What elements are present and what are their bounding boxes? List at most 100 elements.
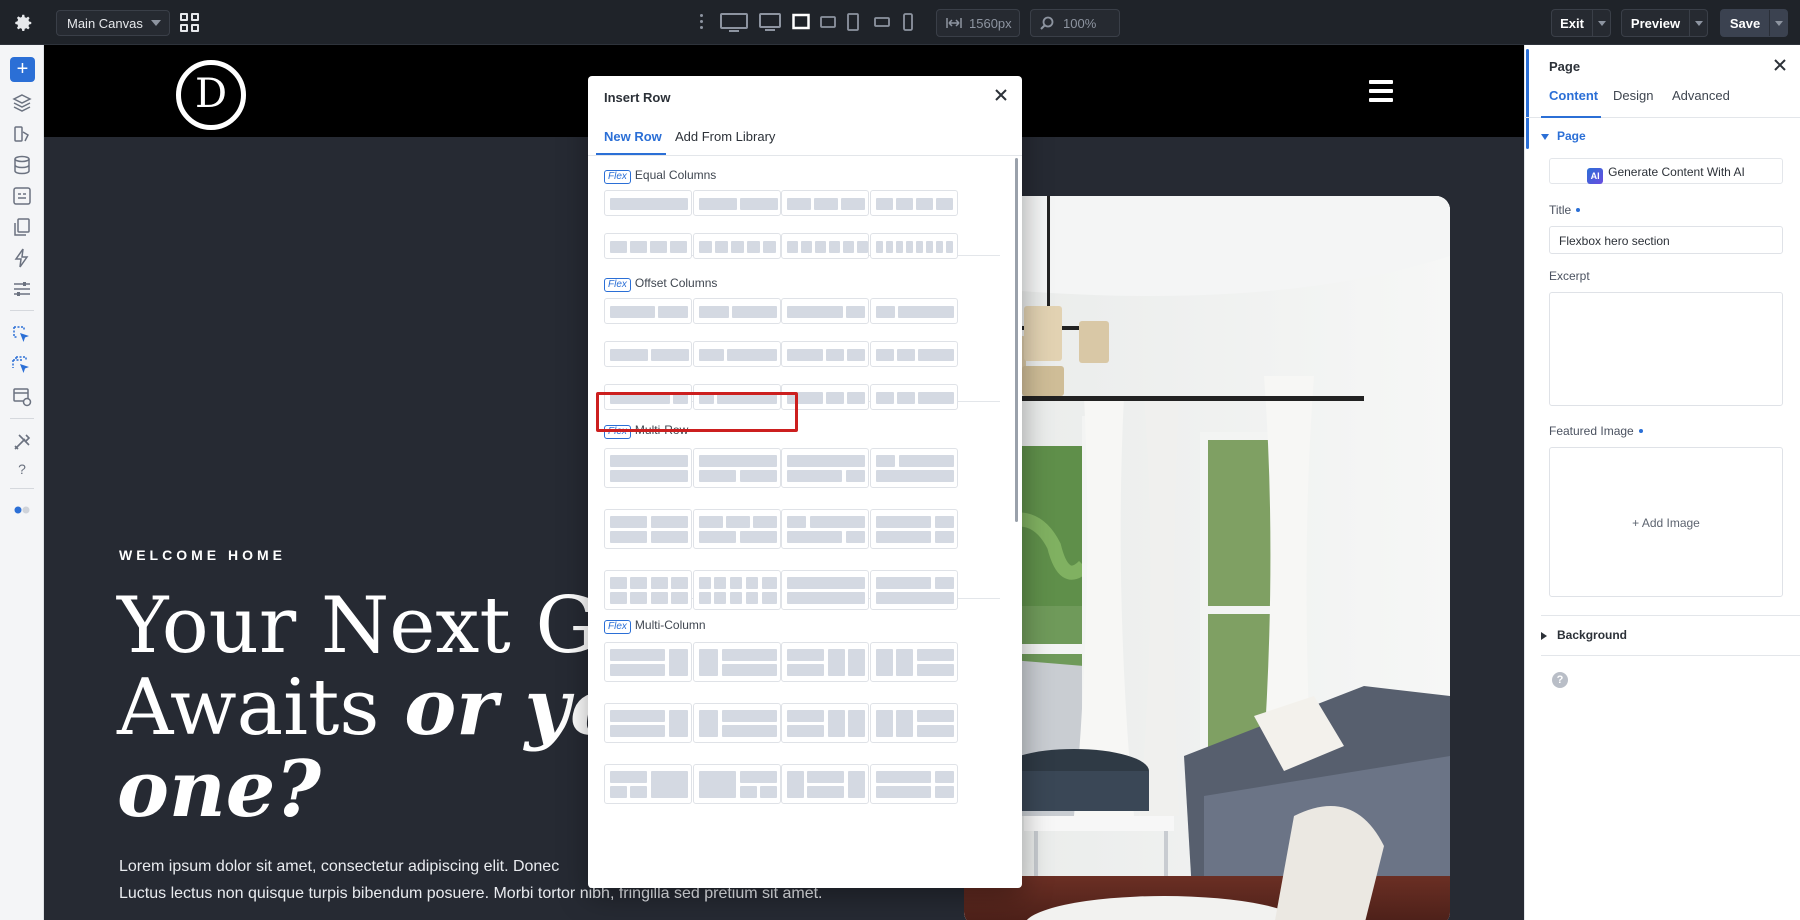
layout-option-multi-row[interactable]: [870, 448, 958, 488]
save-button[interactable]: Save: [1720, 9, 1788, 37]
help-icon[interactable]: ?: [1552, 672, 1568, 688]
layout-option-multi-column[interactable]: [693, 764, 781, 804]
layout-option-multi-column[interactable]: [604, 703, 692, 743]
layout-option-offset[interactable]: [693, 298, 781, 324]
layout-option-offset[interactable]: [781, 341, 869, 367]
layout-option-multi-row[interactable]: [693, 448, 781, 488]
exit-dropdown-chevron-icon[interactable]: [1592, 10, 1610, 36]
layout-option-multi-row[interactable]: [693, 509, 781, 549]
layout-option-multi-row[interactable]: [870, 509, 958, 549]
laptop-icon[interactable]: [792, 13, 810, 31]
width-arrows-icon: [946, 18, 962, 28]
layout-option-equal[interactable]: [781, 190, 869, 216]
tools-icon[interactable]: [12, 432, 32, 452]
phone-landscape-icon[interactable]: [874, 13, 890, 31]
generate-ai-button[interactable]: AI Generate Content With AI: [1549, 158, 1783, 184]
layout-option-offset[interactable]: [693, 341, 781, 367]
tablet-landscape-icon[interactable]: [820, 13, 836, 31]
layout-option-equal[interactable]: [693, 190, 781, 216]
column-block: [699, 771, 736, 798]
modal-scrollbar[interactable]: [1015, 158, 1018, 522]
layout-option-offset[interactable]: [870, 298, 958, 324]
layout-option-multi-row[interactable]: [604, 509, 692, 549]
layout-option-equal[interactable]: [604, 190, 692, 216]
layout-option-multi-column[interactable]: [604, 764, 692, 804]
layout-option-equal[interactable]: [693, 233, 781, 259]
add-image-dropzone[interactable]: + Add Image: [1549, 447, 1783, 597]
layout-option-equal[interactable]: [870, 190, 958, 216]
title-input[interactable]: Flexbox hero section: [1549, 226, 1783, 254]
section-title-equal-columns: Flex Equal Columns: [604, 168, 716, 184]
tab-advanced[interactable]: Advanced: [1672, 88, 1730, 103]
exit-button[interactable]: Exit: [1551, 9, 1611, 37]
theme-builder-icon[interactable]: [12, 124, 32, 144]
hero-image[interactable]: [964, 196, 1450, 920]
responsive-view-icon[interactable]: [12, 387, 32, 407]
zoom-field[interactable]: 100%: [1030, 9, 1120, 37]
column-block: [763, 241, 776, 253]
canvas-width-field[interactable]: 1560px: [936, 9, 1020, 37]
layout-option-multi-column[interactable]: [604, 642, 692, 682]
save-dropdown-chevron-icon[interactable]: [1769, 10, 1787, 36]
layout-option-multi-column[interactable]: [870, 764, 958, 804]
layout-option-multi-column[interactable]: [693, 642, 781, 682]
canvas-select[interactable]: Main Canvas: [56, 10, 170, 36]
layout-option-offset[interactable]: [870, 341, 958, 367]
lightning-icon[interactable]: [12, 248, 32, 268]
preview-button[interactable]: Preview: [1621, 9, 1708, 37]
section-background-toggle[interactable]: Background: [1541, 628, 1627, 642]
add-element-button[interactable]: +: [10, 57, 35, 82]
pages-icon[interactable]: [12, 217, 32, 237]
close-icon[interactable]: [994, 88, 1008, 102]
tab-design[interactable]: Design: [1613, 88, 1653, 103]
select-cursor-icon[interactable]: [12, 325, 32, 345]
layout-option-equal[interactable]: [604, 233, 692, 259]
layout-option-multi-column[interactable]: [870, 703, 958, 743]
layers-icon[interactable]: [12, 93, 32, 113]
section-label: Multi-Column: [634, 618, 706, 632]
layout-option-multi-row[interactable]: [781, 509, 869, 549]
help-icon[interactable]: ?: [12, 461, 32, 481]
drag-handle-icon[interactable]: [700, 14, 704, 32]
close-icon[interactable]: [1774, 59, 1786, 71]
hamburger-menu-icon[interactable]: [1369, 80, 1393, 102]
toggle-icon[interactable]: [12, 500, 32, 520]
layout-option-equal[interactable]: [870, 233, 958, 259]
site-logo[interactable]: D: [176, 60, 246, 130]
page-settings-icon[interactable]: [12, 186, 32, 206]
layout-option-multi-row[interactable]: [781, 570, 869, 610]
layout-option-multi-column[interactable]: [781, 703, 869, 743]
layout-option-offset[interactable]: [604, 298, 692, 324]
phone-portrait-icon[interactable]: [903, 13, 913, 31]
desktop-icon[interactable]: [759, 13, 781, 33]
layout-option-equal[interactable]: [781, 233, 869, 259]
grid-icon[interactable]: [180, 13, 199, 32]
tab-content[interactable]: Content: [1549, 88, 1598, 103]
layout-option-offset[interactable]: [604, 341, 692, 367]
layout-option-multi-column[interactable]: [781, 642, 869, 682]
layout-option-multi-row[interactable]: [870, 570, 958, 610]
excerpt-textarea[interactable]: [1549, 292, 1783, 406]
column-block: [651, 531, 688, 543]
tab-new-row[interactable]: New Row: [604, 129, 662, 144]
layout-option-multi-row[interactable]: [604, 448, 692, 488]
layout-option-multi-column[interactable]: [870, 642, 958, 682]
layout-option-multi-column[interactable]: [693, 703, 781, 743]
preview-dropdown-chevron-icon[interactable]: [1689, 10, 1707, 36]
multi-select-icon[interactable]: [12, 356, 32, 376]
layout-option-offset[interactable]: [870, 384, 958, 410]
column-block: [787, 531, 842, 543]
layout-option-offset[interactable]: [781, 298, 869, 324]
database-icon[interactable]: [12, 155, 32, 175]
section-page-toggle[interactable]: Page: [1541, 129, 1586, 143]
column-block: [828, 710, 845, 737]
gear-icon[interactable]: [12, 12, 34, 34]
tablet-portrait-icon[interactable]: [847, 13, 859, 31]
layout-option-multi-column[interactable]: [781, 764, 869, 804]
desktop-wide-icon[interactable]: [720, 13, 748, 33]
layout-option-multi-row[interactable]: [604, 570, 692, 610]
layout-option-multi-row[interactable]: [781, 448, 869, 488]
sliders-icon[interactable]: [12, 279, 32, 299]
layout-option-multi-row[interactable]: [693, 570, 781, 610]
tab-add-from-library[interactable]: Add From Library: [675, 129, 775, 144]
